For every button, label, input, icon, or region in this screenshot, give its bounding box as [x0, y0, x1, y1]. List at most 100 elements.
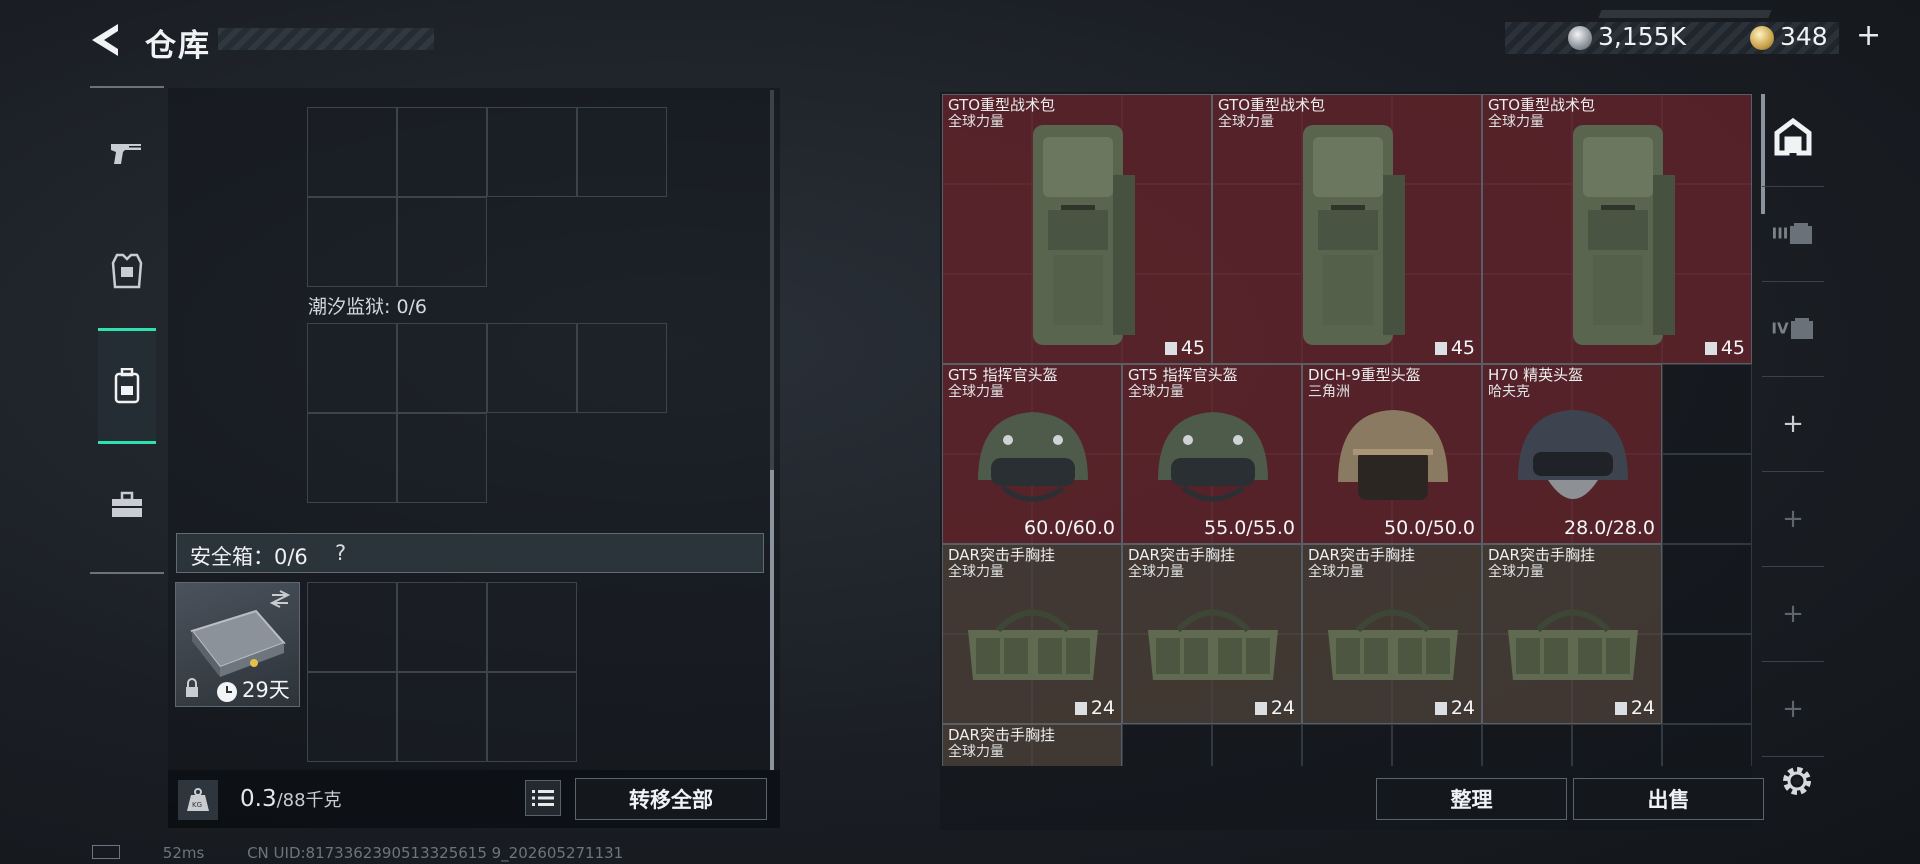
help-icon[interactable]: ? [335, 541, 346, 565]
storage-item-backpack[interactable]: GTO重型战术包 全球力量 45 [1212, 94, 1482, 364]
storage-item-rig[interactable]: DAR突击手胸挂 全球力量 [942, 724, 1122, 766]
storage-slot[interactable] [1662, 544, 1752, 634]
add-slot-icon: + [1782, 409, 1804, 439]
storage-item-rig[interactable]: DAR突击手胸挂 全球力量 24 [1122, 544, 1302, 724]
grid-slot[interactable] [577, 107, 667, 197]
storage-item-rig[interactable]: DAR突击手胸挂 全球力量 24 [942, 544, 1122, 724]
storage-item-backpack[interactable]: GTO重型战术包 全球力量 45 [942, 94, 1212, 364]
storage-slot[interactable] [1122, 724, 1212, 766]
grid-slot[interactable] [397, 107, 487, 197]
sell-button[interactable]: 出售 [1573, 778, 1764, 820]
nav-toolbox[interactable] [90, 450, 164, 560]
weight-readout: 0.3/88千克 [240, 786, 342, 812]
grid-slot[interactable] [307, 582, 397, 672]
storage-item-helmet[interactable]: GT5 指挥官头盔 全球力量 60.0/60.0 [942, 364, 1122, 544]
toolbox-icon [112, 491, 142, 517]
storage-page-tab[interactable]: + [1762, 662, 1824, 757]
storage-slot[interactable] [1572, 724, 1662, 766]
item-faction: 三角洲 [1308, 384, 1350, 400]
sort-button[interactable]: 整理 [1376, 778, 1567, 820]
item-faction: 全球力量 [1128, 384, 1184, 400]
transfer-all-button[interactable]: 转移全部 [575, 778, 767, 820]
item-name: GTO重型战术包 [1218, 96, 1326, 114]
add-slot-icon: + [1782, 694, 1804, 724]
capacity-rig-icon [1614, 702, 1627, 715]
storage-item-rig[interactable]: DAR突击手胸挂 全球力量 24 [1482, 544, 1662, 724]
item-value: 50.0/50.0 [1383, 517, 1475, 539]
nav-equipment[interactable] [90, 216, 164, 326]
storage-page-tab[interactable]: + [1762, 472, 1824, 567]
item-value: 45 [1164, 337, 1205, 359]
grid-slot[interactable] [397, 582, 487, 672]
storage-slot[interactable] [1392, 724, 1482, 766]
storage-item-helmet-dark[interactable]: H70 精英头盔 哈夫克 28.0/28.0 [1482, 364, 1662, 544]
nav-backpack[interactable] [98, 328, 156, 444]
capacity-rig-icon [1074, 702, 1087, 715]
rig-icon [1508, 609, 1638, 680]
item-value: 24 [1614, 697, 1655, 719]
grid-slot[interactable] [307, 197, 397, 287]
item-value: 24 [1254, 697, 1295, 719]
item-faction: 全球力量 [948, 114, 1004, 130]
left-scrollbar-thumb[interactable] [770, 470, 774, 770]
storage-page-tab[interactable]: IV [1762, 282, 1824, 377]
item-value: 55.0/55.0 [1203, 517, 1295, 539]
storage-item-helmet-tan[interactable]: DICH-9重型头盔 三角洲 50.0/50.0 [1302, 364, 1482, 544]
settings-gear-icon[interactable] [1778, 762, 1816, 800]
storage-slot[interactable] [1212, 724, 1302, 766]
add-slot-icon: + [1782, 504, 1804, 534]
capacity-bag-icon [1434, 342, 1447, 355]
tier-iv-gear-icon: IV [1771, 317, 1814, 341]
item-faction: 全球力量 [1128, 564, 1184, 580]
safe-box-days-remaining: 29天 [242, 678, 290, 702]
add-currency-button[interactable]: + [1856, 18, 1881, 53]
back-arrow-icon[interactable] [88, 22, 128, 58]
item-name: DAR突击手胸挂 [948, 546, 1055, 564]
item-faction: 全球力量 [948, 744, 1004, 760]
storage-page-tab[interactable]: + [1762, 567, 1824, 662]
item-name: GT5 指挥官头盔 [948, 366, 1058, 384]
list-view-button[interactable] [525, 780, 561, 816]
grid-slot[interactable] [307, 107, 397, 197]
grid-slot[interactable] [397, 323, 487, 413]
storage-item-rig[interactable]: DAR突击手胸挂 全球力量 24 [1302, 544, 1482, 724]
grid-slot[interactable] [487, 672, 577, 762]
silver-currency-value: 3,155K [1598, 22, 1686, 51]
grid-slot[interactable] [307, 672, 397, 762]
status-bar: 52ms CN UID:8173362390513325615 9_202605… [92, 844, 661, 862]
safe-box-label: 安全箱：0/6 [190, 545, 308, 569]
grid-slot[interactable] [487, 323, 577, 413]
storage-slot[interactable] [1662, 724, 1752, 766]
storage-grid: GTO重型战术包 全球力量 45 GTO重型战术包 全球力量 45 GTO重型战术包 全球力量… [942, 94, 1752, 766]
storage-page-tab[interactable] [1762, 92, 1824, 187]
capacity-rig-icon [1254, 702, 1267, 715]
grid-slot[interactable] [577, 323, 667, 413]
grid-slot[interactable] [397, 413, 487, 503]
item-value: 24 [1074, 697, 1115, 719]
list-icon [532, 790, 554, 806]
gold-coin-icon [1750, 26, 1774, 50]
storage-slot[interactable] [1662, 634, 1752, 724]
title-decoration [218, 28, 434, 50]
storage-slot[interactable] [1482, 724, 1572, 766]
grid-slot[interactable] [307, 413, 397, 503]
storage-item-helmet[interactable]: GT5 指挥官头盔 全球力量 55.0/55.0 [1122, 364, 1302, 544]
pistol-icon [111, 144, 141, 164]
weight-capacity: /88千克 [276, 790, 342, 811]
prison-container-label: 潮汐监狱: 0/6 [308, 296, 428, 318]
grid-slot[interactable] [487, 107, 577, 197]
storage-slot[interactable] [1302, 724, 1392, 766]
weight-value: 0.3 [240, 786, 277, 812]
storage-item-backpack[interactable]: GTO重型战术包 全球力量 45 [1482, 94, 1752, 364]
swap-icon [269, 590, 291, 608]
grid-slot[interactable] [397, 197, 487, 287]
grid-slot[interactable] [307, 323, 397, 413]
grid-slot[interactable] [397, 672, 487, 762]
storage-page-tab[interactable]: + [1762, 377, 1824, 472]
item-value: 45 [1434, 337, 1475, 359]
storage-slot[interactable] [1662, 364, 1752, 454]
storage-page-tab[interactable]: III [1762, 187, 1824, 282]
nav-weapons[interactable] [90, 98, 164, 208]
grid-slot[interactable] [487, 582, 577, 672]
storage-slot[interactable] [1662, 454, 1752, 544]
